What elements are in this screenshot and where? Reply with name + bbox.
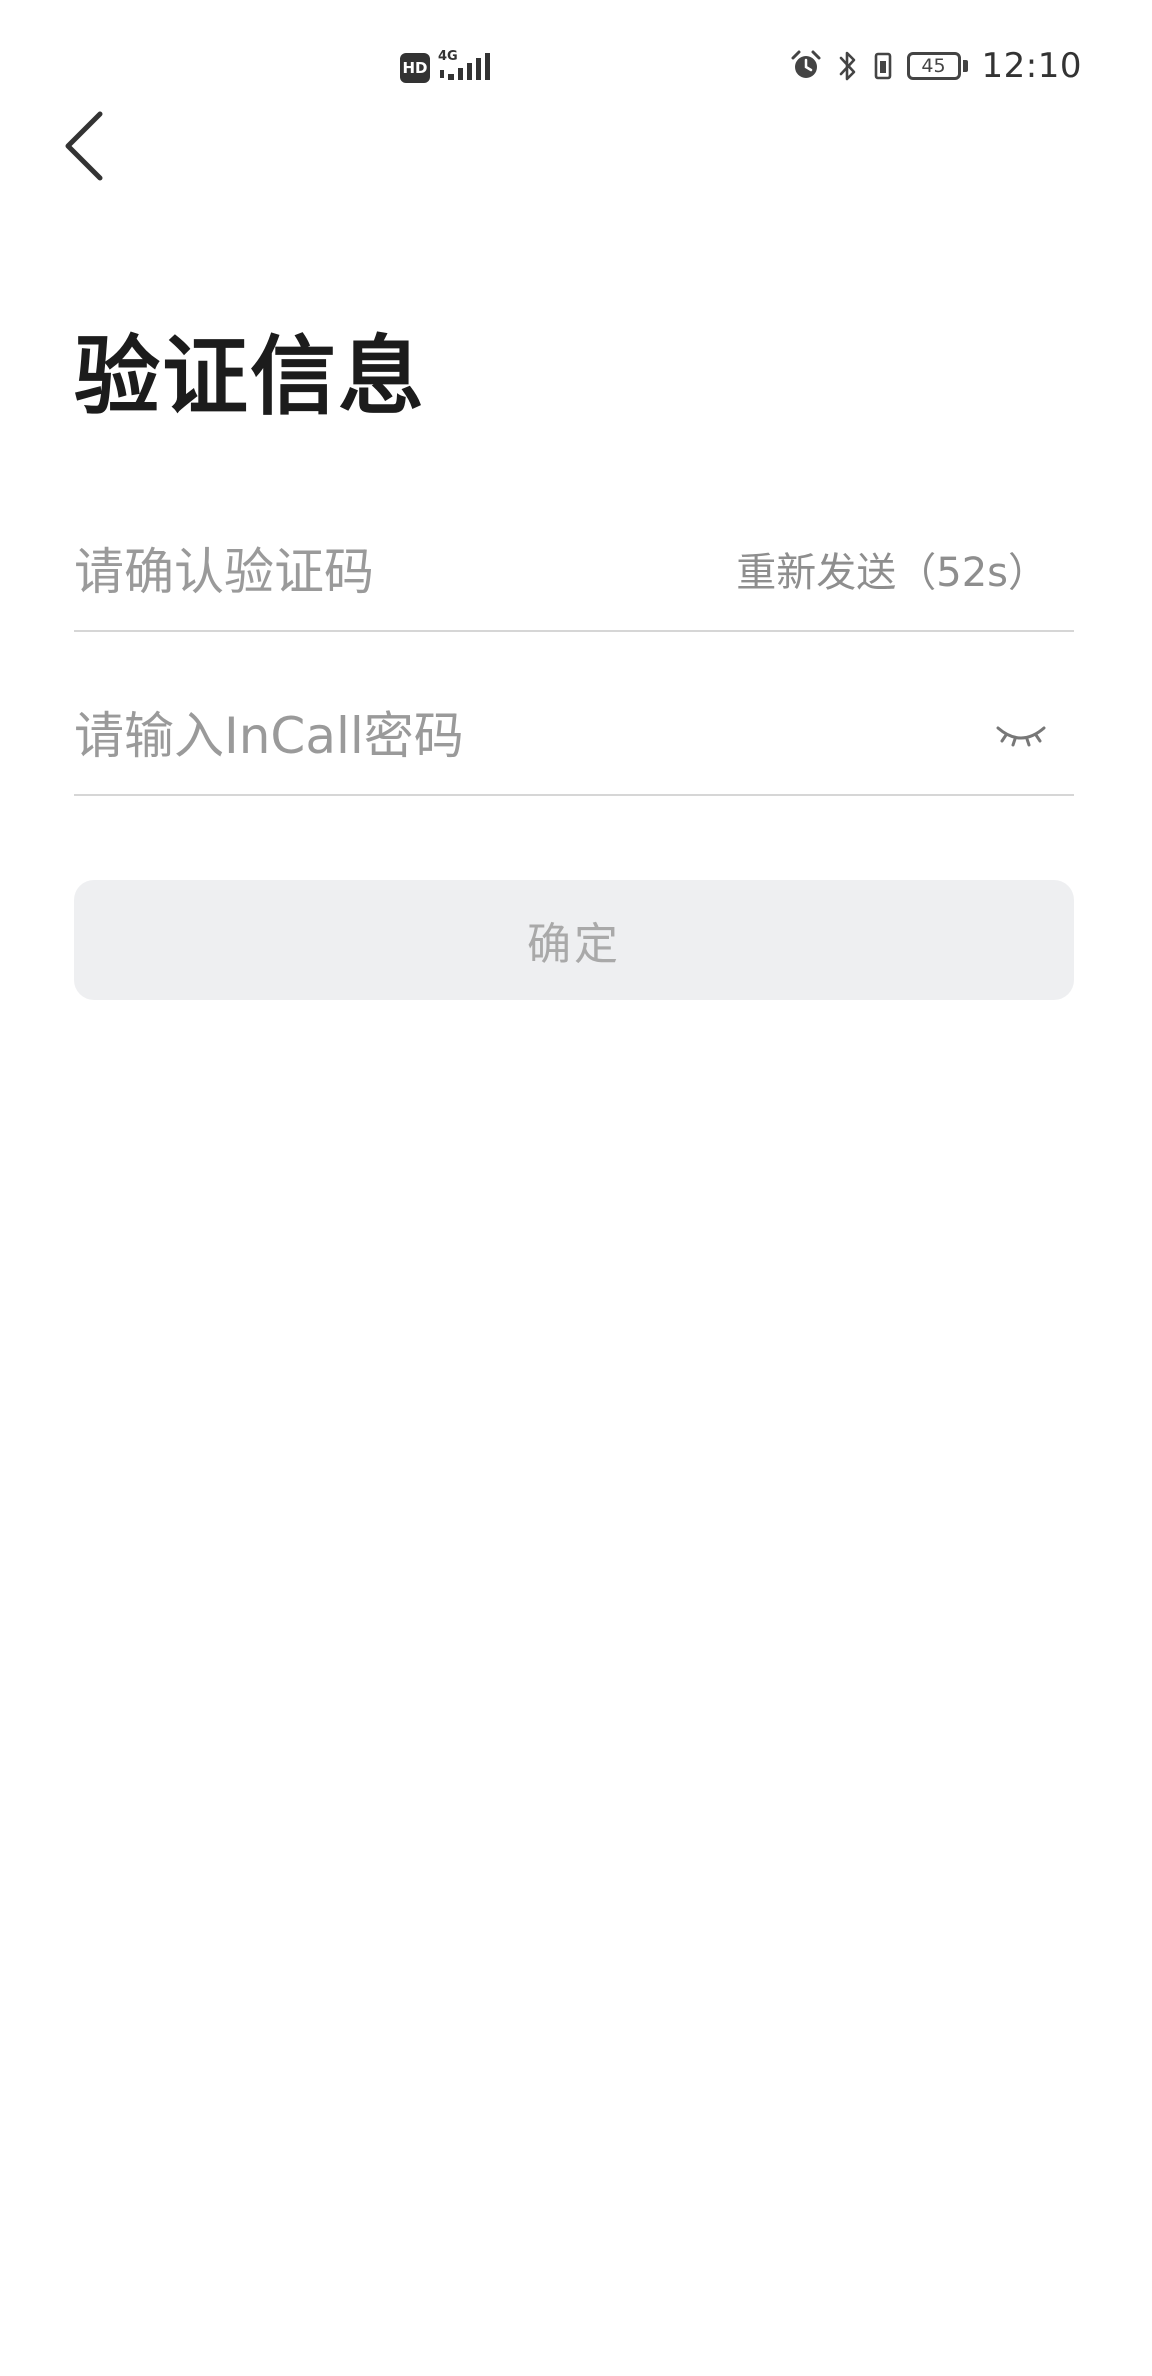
password-visibility-toggle[interactable] [994, 714, 1048, 754]
status-icons: 45 12:10 [789, 46, 1082, 86]
vibrate-icon [873, 49, 893, 83]
back-button[interactable] [56, 108, 116, 184]
password-input[interactable] [74, 686, 834, 786]
confirm-button[interactable]: 确定 [74, 880, 1074, 1000]
network-type-label: 4G [438, 49, 458, 64]
verification-code-field: 重新发送（52s） [74, 522, 1074, 632]
hd-icon: HD [400, 53, 430, 83]
status-bar: HD 4G 45 12:10 [0, 0, 1152, 136]
clock-time: 12:10 [981, 46, 1082, 86]
signal-icon: 4G [438, 50, 494, 84]
battery-level: 45 [906, 52, 961, 80]
alarm-icon [789, 49, 823, 83]
password-field [74, 686, 1074, 796]
battery-icon: 45 [906, 52, 968, 80]
bluetooth-icon [837, 49, 859, 83]
verification-code-input[interactable] [74, 522, 834, 622]
resend-code-button[interactable]: 重新发送（52s） [736, 548, 1048, 598]
chevron-left-icon [65, 111, 103, 181]
page-title: 验证信息 [74, 327, 426, 427]
eye-closed-icon [996, 726, 1046, 747]
